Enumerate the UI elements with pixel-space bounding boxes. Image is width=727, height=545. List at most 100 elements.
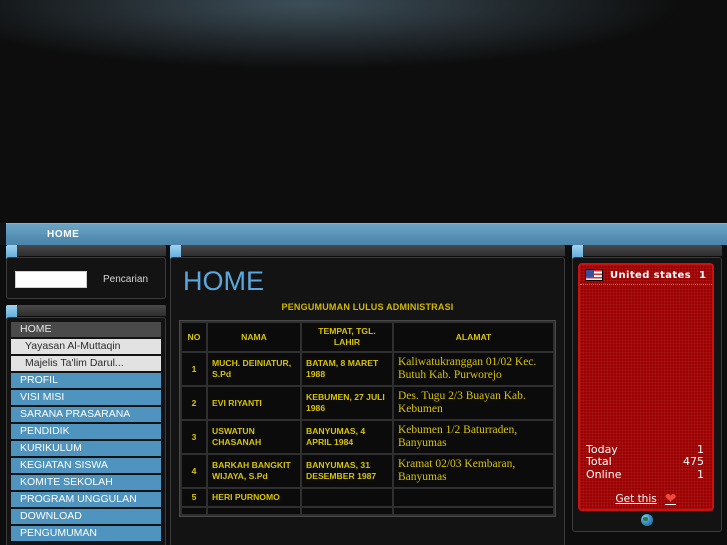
- sidebar-item-sarana-prasarana[interactable]: SARANA PRASARANA: [11, 407, 161, 422]
- sidebar-item-kurikulum[interactable]: KURIKULUM: [11, 441, 161, 456]
- cell-nama: USWATUN CHASANAH: [208, 421, 300, 453]
- sidebar-menu-item: KURIKULUM: [11, 441, 161, 456]
- table-row: 1 MUCH. DEINIATUR, S.Pd BATAM, 8 MARET 198…: [182, 353, 553, 385]
- table-row: 4 BARKAH BANGKIT WIJAYA, S.Pd BANYUMAS, 31…: [182, 455, 553, 487]
- cell-nama: BARKAH BANGKIT WIJAYA, S.Pd: [208, 455, 300, 487]
- page-root: HOME Pencarian HOME Yayasan Al-Muttaqin …: [0, 0, 727, 545]
- sidebar-item-pendidik[interactable]: PENDIDIK: [11, 424, 161, 439]
- search-widget-body: Pencarian: [6, 257, 166, 299]
- table-row: [182, 508, 553, 514]
- th-ttl: TEMPAT, TGL. LAHIR: [302, 323, 392, 351]
- heart-icon: ❤: [664, 490, 677, 506]
- page-title: HOME: [183, 266, 264, 296]
- cell-no: 4: [182, 455, 206, 487]
- flag-country-count: 1: [699, 269, 706, 281]
- navbar: HOME: [6, 223, 727, 245]
- flag-country-name: United states: [610, 269, 692, 281]
- sidebar-menu-item: DOWNLOAD: [11, 509, 161, 524]
- sidebar-item-download[interactable]: DOWNLOAD: [11, 509, 161, 524]
- stat-online: Online 1: [586, 467, 704, 482]
- applicants-table: NO NAMA TEMPAT, TGL. LAHIR ALAMAT 1 MUCH.…: [179, 320, 556, 517]
- cell-nama: HERI PURNOMO: [208, 489, 300, 506]
- cell-no: 2: [182, 387, 206, 419]
- cell-ttl: [302, 508, 392, 514]
- cell-nama: EVI RIYANTI: [208, 387, 300, 419]
- flag-canton: [586, 270, 594, 277]
- cell-no: 3: [182, 421, 206, 453]
- table-row: 2 EVI RIYANTI KEBUMEN, 27 JULI 1986 Des. Tu…: [182, 387, 553, 419]
- cell-ttl: BANYUMAS, 31 DESEMBER 1987: [302, 455, 392, 487]
- main-widget-header: [170, 245, 565, 260]
- sidebar-item-pengumuman[interactable]: PENGUMUMAN: [11, 526, 161, 541]
- menu-widget: HOME Yayasan Al-Muttaqin Majelis Ta'lim Da…: [6, 305, 166, 545]
- sidebar-item-home[interactable]: HOME: [11, 322, 161, 337]
- nav-item-home[interactable]: HOME: [39, 224, 87, 246]
- sidebar-menu-item: Yayasan Al-Muttaqin: [11, 339, 161, 354]
- cell-ttl: KEBUMEN, 27 JULI 1986: [302, 387, 392, 419]
- main-column: HOME PENGUMUMAN LULUS ADMINISTRASI NO NA…: [170, 245, 565, 545]
- sidebar-item-majelis-ta-lim-darul[interactable]: Majelis Ta'lim Darul...: [11, 356, 161, 371]
- th-nama: NAMA: [208, 323, 300, 351]
- stat-total-label: Total: [586, 455, 612, 468]
- sidebar-item-yayasan-al-muttaqin[interactable]: Yayasan Al-Muttaqin: [11, 339, 161, 354]
- sidebar-item-program-unggulan[interactable]: PROGRAM UNGGULAN: [11, 492, 161, 507]
- search-row: Pencarian: [7, 258, 165, 300]
- flag-counter[interactable]: United states 1 Today 1 Total 475 Online…: [578, 263, 714, 511]
- flagcounter-widget-body: United states 1 Today 1 Total 475 Online…: [572, 257, 722, 532]
- sidebar-menu-item: HOME: [11, 322, 161, 337]
- stat-total-value: 475: [683, 455, 704, 468]
- announcement-subtitle: PENGUMUMAN LULUS ADMINISTRASI: [281, 302, 454, 312]
- search-input[interactable]: [15, 270, 87, 288]
- cell-ttl: BATAM, 8 MARET 1988: [302, 353, 392, 385]
- cell-ttl: [302, 489, 392, 506]
- header-banner: [0, 0, 727, 222]
- header-glow: [0, 0, 727, 70]
- sidebar-menu-item: VISI MISI: [11, 390, 161, 405]
- sidebar-menu-item: SARANA PRASARANA: [11, 407, 161, 422]
- cell-alamat: Kramat 02/03 Kembaran, Banyumas: [394, 455, 553, 487]
- sidebar-menu-item: KOMITE SEKOLAH: [11, 475, 161, 490]
- flag-counter-footer: Get this ❤: [580, 490, 712, 506]
- cell-alamat: [394, 489, 553, 506]
- right-column: United states 1 Today 1 Total 475 Online…: [572, 245, 722, 538]
- get-this-link[interactable]: Get this: [616, 493, 657, 505]
- sidebar-menu-item: KEGIATAN SISWA: [11, 458, 161, 473]
- main-widget-body: HOME PENGUMUMAN LULUS ADMINISTRASI NO NA…: [170, 257, 565, 545]
- menu-widget-header: [6, 305, 166, 320]
- cell-no: [182, 508, 206, 514]
- cell-alamat: [394, 508, 553, 514]
- sidebar-menu-item: PENDIDIK: [11, 424, 161, 439]
- us-flag-icon: [585, 269, 603, 281]
- th-alamat: ALAMAT: [394, 323, 553, 351]
- cell-alamat: Kebumen 1/2 Baturraden, Banyumas: [394, 421, 553, 453]
- sidebar-item-kegiatan-siswa[interactable]: KEGIATAN SISWA: [11, 458, 161, 473]
- cell-no: 5: [182, 489, 206, 506]
- table-header-row: NO NAMA TEMPAT, TGL. LAHIR ALAMAT: [182, 323, 553, 351]
- stat-online-value: 1: [697, 467, 704, 481]
- search-label: Pencarian: [103, 273, 149, 285]
- search-widget: Pencarian: [6, 245, 166, 299]
- main-widget: HOME PENGUMUMAN LULUS ADMINISTRASI NO NA…: [170, 245, 565, 545]
- content-area: Pencarian HOME Yayasan Al-Muttaqin Majelis…: [0, 245, 727, 545]
- cell-alamat: Kaliwatukranggan 01/02 Kec. Butuh Kab. P…: [394, 353, 553, 385]
- sidebar-item-visi-misi[interactable]: VISI MISI: [11, 390, 161, 405]
- cell-no: 1: [182, 353, 206, 385]
- table-row: 5 HERI PURNOMO: [182, 489, 553, 506]
- cell-ttl: BANYUMAS, 4 APRIL 1984: [302, 421, 392, 453]
- flag-counter-top-row: United states 1: [580, 265, 712, 285]
- menu-widget-body: HOME Yayasan Al-Muttaqin Majelis Ta'lim Da…: [6, 317, 166, 545]
- sidebar-menu-item: PENGUMUMAN: [11, 526, 161, 541]
- sidebar-item-komite-sekolah[interactable]: KOMITE SEKOLAH: [11, 475, 161, 490]
- sidebar-item-profil[interactable]: PROFIL: [11, 373, 161, 388]
- table-head: NO NAMA TEMPAT, TGL. LAHIR ALAMAT: [182, 323, 553, 351]
- sidebar-column: Pencarian HOME Yayasan Al-Muttaqin Majelis…: [6, 245, 166, 545]
- flagcounter-widget-header: [572, 245, 722, 260]
- sidebar-menu-item: PROFIL: [11, 373, 161, 388]
- globe-icon[interactable]: [641, 514, 653, 526]
- flag-counter-stats: Today 1 Total 475 Online 1: [580, 443, 712, 482]
- stat-online-label: Online: [586, 467, 622, 481]
- cell-nama: [208, 508, 300, 514]
- sidebar-menu: HOME Yayasan Al-Muttaqin Majelis Ta'lim Da…: [11, 322, 161, 541]
- sidebar-menu-item: PROGRAM UNGGULAN: [11, 492, 161, 507]
- table-row: 3 USWATUN CHASANAH BANYUMAS, 4 APRIL 1984 K…: [182, 421, 553, 453]
